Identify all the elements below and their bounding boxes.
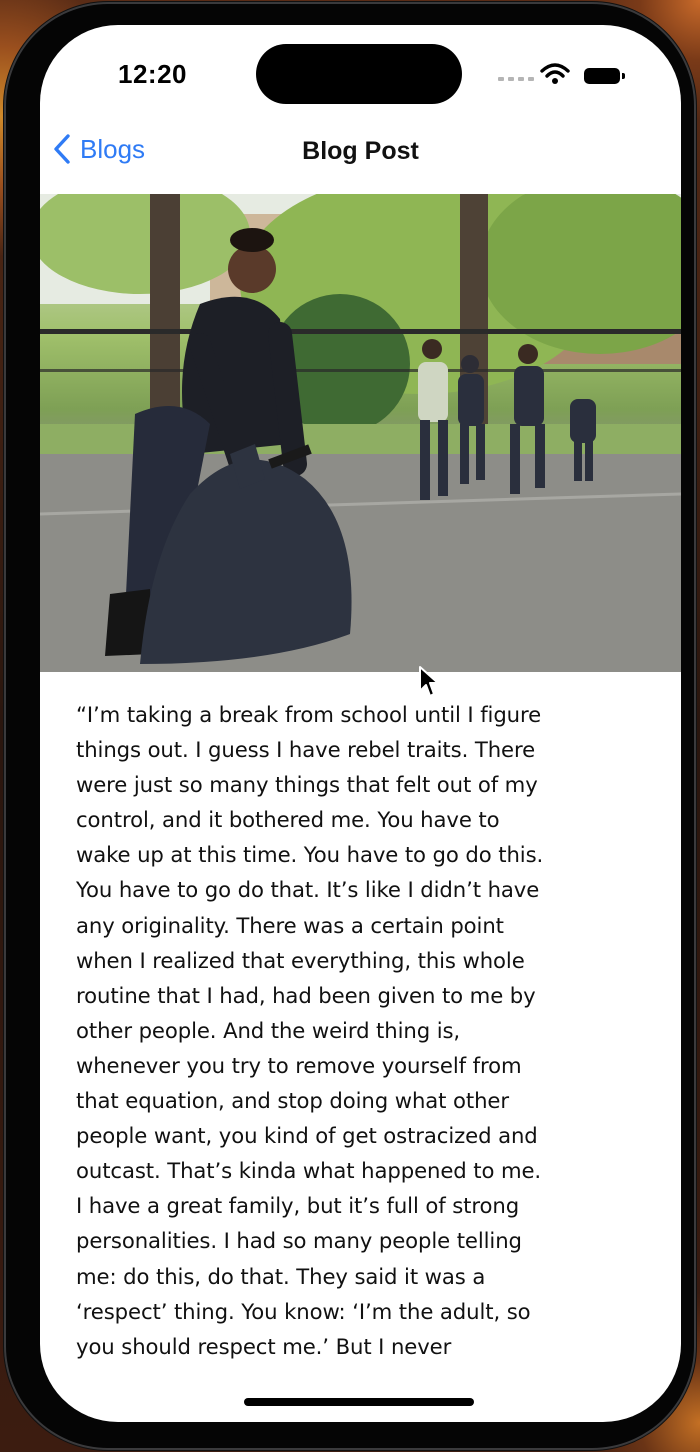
article-line: you should respect me.’ But I never <box>76 1333 452 1359</box>
article-line: control, and it bothered me. You have to <box>76 807 500 833</box>
wifi-icon <box>540 63 570 84</box>
article-line: other people. And the weird thing is, <box>76 1017 461 1043</box>
navigation-bar: Blogs Blog Post <box>40 125 681 193</box>
phone-screen: 12:20 Blogs Blog Post “I’m taking a brea… <box>40 25 681 1422</box>
article-line: whenever you try to remove yourself from <box>76 1052 522 1078</box>
blog-hero-photo <box>40 194 681 672</box>
article-line: that equation, and stop doing what other <box>76 1088 509 1114</box>
status-bar: 12:20 <box>40 25 681 125</box>
article-line: me: do this, do that. They said it was a <box>76 1263 486 1289</box>
article-line: routine that I had, had been given to me… <box>76 982 536 1008</box>
article-line: things out. I guess I have rebel traits.… <box>76 737 536 763</box>
phone-frame: 12:20 Blogs Blog Post “I’m taking a brea… <box>4 2 696 1450</box>
status-time: 12:20 <box>118 59 187 89</box>
article-line: when I realized that everything, this wh… <box>76 947 525 973</box>
page-title: Blog Post <box>302 137 419 165</box>
mouse-pointer-icon <box>419 666 439 697</box>
article-line: personalities. I had so many people tell… <box>76 1228 522 1254</box>
battery-icon <box>584 68 625 84</box>
article-line: people want, you kind of get ostracized … <box>76 1123 538 1149</box>
article-line: ‘respect’ thing. You know: ‘I’m the adul… <box>76 1298 531 1324</box>
article-line: were just so many things that felt out o… <box>76 772 538 798</box>
article-line: any originality. There was a certain poi… <box>76 912 504 938</box>
article-line: outcast. That’s kinda what happened to m… <box>76 1158 542 1184</box>
hero-photo-illustration <box>40 194 681 672</box>
blog-post-body: “I’m taking a break from school until I … <box>76 697 656 1364</box>
cellular-signal-icon <box>498 77 534 81</box>
article-line: I have a great family, but it’s full of … <box>76 1193 520 1219</box>
article-line: “I’m taking a break from school until I … <box>76 702 542 727</box>
dynamic-island <box>256 44 462 104</box>
home-indicator[interactable] <box>244 1398 474 1406</box>
article-line: You have to go do that. It’s like I didn… <box>76 877 540 903</box>
article-line: wake up at this time. You have to go do … <box>76 842 544 868</box>
